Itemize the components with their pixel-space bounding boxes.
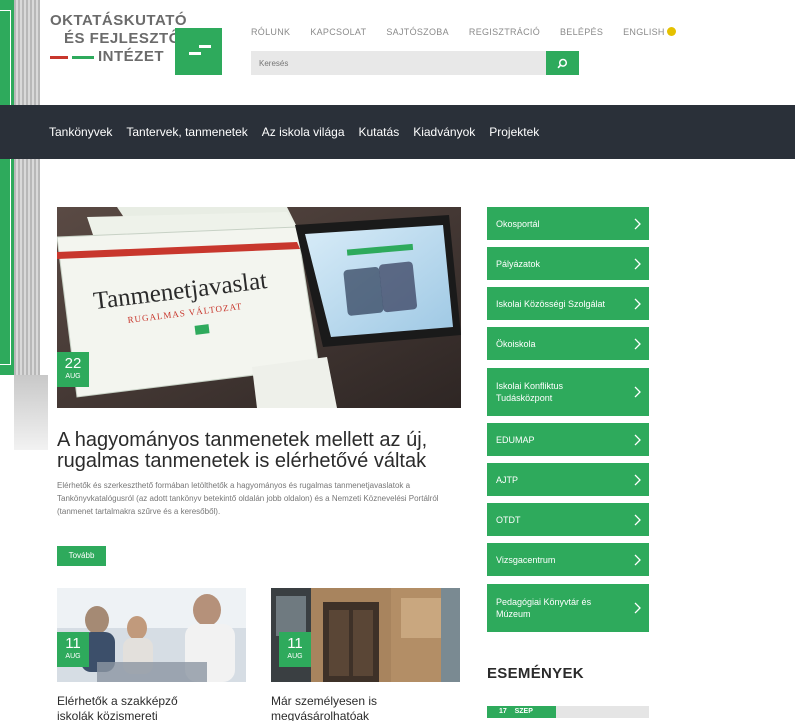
site-header: OKTATÁSKUTATÓ ÉS FEJLESZTŐ INTÉZET RÓLUN…	[40, 0, 795, 105]
sidebar-item-edumap[interactable]: EDUMAP	[487, 423, 649, 456]
topnav-kapcsolat[interactable]: KAPCSOLAT	[310, 27, 366, 37]
article-card-image[interactable]: 11 AUG	[57, 588, 246, 682]
date-day: 22	[64, 355, 82, 372]
chevron-right-icon	[634, 338, 641, 349]
logo-green-box	[175, 28, 222, 75]
card-date-badge: 11 AUG	[279, 632, 311, 667]
main-navigation: Tankönyvek Tantervek, tanmenetek Az isko…	[0, 105, 795, 159]
logo-red-dash	[50, 55, 68, 59]
top-navigation: RÓLUNK KAPCSOLAT SAJTÓSZOBA REGISZTRÁCIÓ…	[251, 27, 696, 37]
nav-tankonyvek[interactable]: Tankönyvek	[49, 125, 112, 139]
sidebar-item-ajtp[interactable]: AJTP	[487, 463, 649, 496]
read-more-button[interactable]: Tovább	[57, 546, 106, 566]
sidebar-item-okosportal[interactable]: Okosportál	[487, 207, 649, 240]
article-card-title[interactable]: Elérhetők a szakképző iskolák közismeret…	[57, 694, 246, 721]
date-month: AUG	[65, 653, 81, 660]
chevron-right-icon	[634, 298, 641, 309]
topnav-regisztracio[interactable]: REGISZTRÁCIÓ	[469, 27, 540, 37]
event-item[interactable]: 17 SZEP	[487, 706, 649, 718]
topnav-english[interactable]: ENGLISH	[623, 27, 676, 37]
sidebar-item-vizsgacentrum[interactable]: Vizsgacentrum	[487, 543, 649, 576]
topnav-sajtoszoba[interactable]: SAJTÓSZOBA	[386, 27, 449, 37]
topnav-rolunk[interactable]: RÓLUNK	[251, 27, 290, 37]
nav-kiadvanyok[interactable]: Kiadványok	[413, 125, 475, 139]
chevron-right-icon	[634, 554, 641, 565]
featured-date-badge: 22 AUG	[57, 352, 89, 387]
logo-green-dash	[72, 55, 94, 59]
sidebar-item-otdt[interactable]: OTDT	[487, 503, 649, 536]
site-logo[interactable]: OKTATÁSKUTATÓ ÉS FEJLESZTŐ INTÉZET	[50, 12, 222, 80]
chevron-right-icon	[634, 434, 641, 445]
search-button[interactable]	[546, 51, 579, 75]
chevron-right-icon	[634, 514, 641, 525]
chevron-right-icon	[634, 474, 641, 485]
nav-tantervek[interactable]: Tantervek, tanmenetek	[126, 125, 247, 139]
chevron-right-icon	[634, 386, 641, 398]
nav-kutatas[interactable]: Kutatás	[359, 125, 400, 139]
sidebar-item-palyazatok[interactable]: Pályázatok	[487, 247, 649, 280]
sidebar-item-pedagogiai-konyvtar[interactable]: Pedagógiai Könyvtár és Múzeum	[487, 584, 649, 632]
events-heading: ESEMÉNYEK	[487, 665, 584, 682]
chevron-right-icon	[634, 218, 641, 229]
nav-projektek[interactable]: Projektek	[489, 125, 539, 139]
featured-headline[interactable]: A hagyományos tanmenetek mellett az új, …	[57, 430, 467, 472]
card-date-badge: 11 AUG	[57, 632, 89, 667]
article-card-image[interactable]: 11 AUG	[271, 588, 460, 682]
search-bar	[251, 51, 579, 75]
search-input[interactable]	[251, 51, 546, 75]
featured-excerpt: Elérhetők és szerkeszthető formában letö…	[57, 481, 439, 516]
left-decoration	[0, 0, 48, 450]
sidebar-item-iksz[interactable]: Iskolai Közösségi Szolgálat	[487, 287, 649, 320]
featured-photo: Tanmenetjavaslat RUGALMAS VÁLTOZAT	[57, 207, 461, 408]
sidebar-item-konfliktus[interactable]: Iskolai Konfliktus Tudásközpont	[487, 368, 649, 416]
date-month: AUG	[65, 373, 81, 380]
article-card-title[interactable]: Már személyesen is megvásárolhatóak	[271, 694, 460, 721]
left-green-strip	[0, 0, 14, 375]
language-icon	[666, 27, 676, 36]
featured-image[interactable]: Tanmenetjavaslat RUGALMAS VÁLTOZAT 22 AU…	[57, 207, 461, 408]
topnav-belepes[interactable]: BELÉPÉS	[560, 27, 603, 37]
nav-iskola-vilaga[interactable]: Az iskola világa	[262, 125, 345, 139]
sidebar-item-okoiskola[interactable]: Ökoiskola	[487, 327, 649, 360]
chevron-right-icon	[634, 258, 641, 269]
search-icon	[557, 58, 568, 68]
date-day: 11	[65, 635, 81, 652]
date-month: AUG	[287, 653, 303, 660]
event-date: 17 SZEP	[487, 706, 556, 718]
chevron-right-icon	[634, 602, 641, 614]
date-day: 11	[287, 635, 303, 652]
